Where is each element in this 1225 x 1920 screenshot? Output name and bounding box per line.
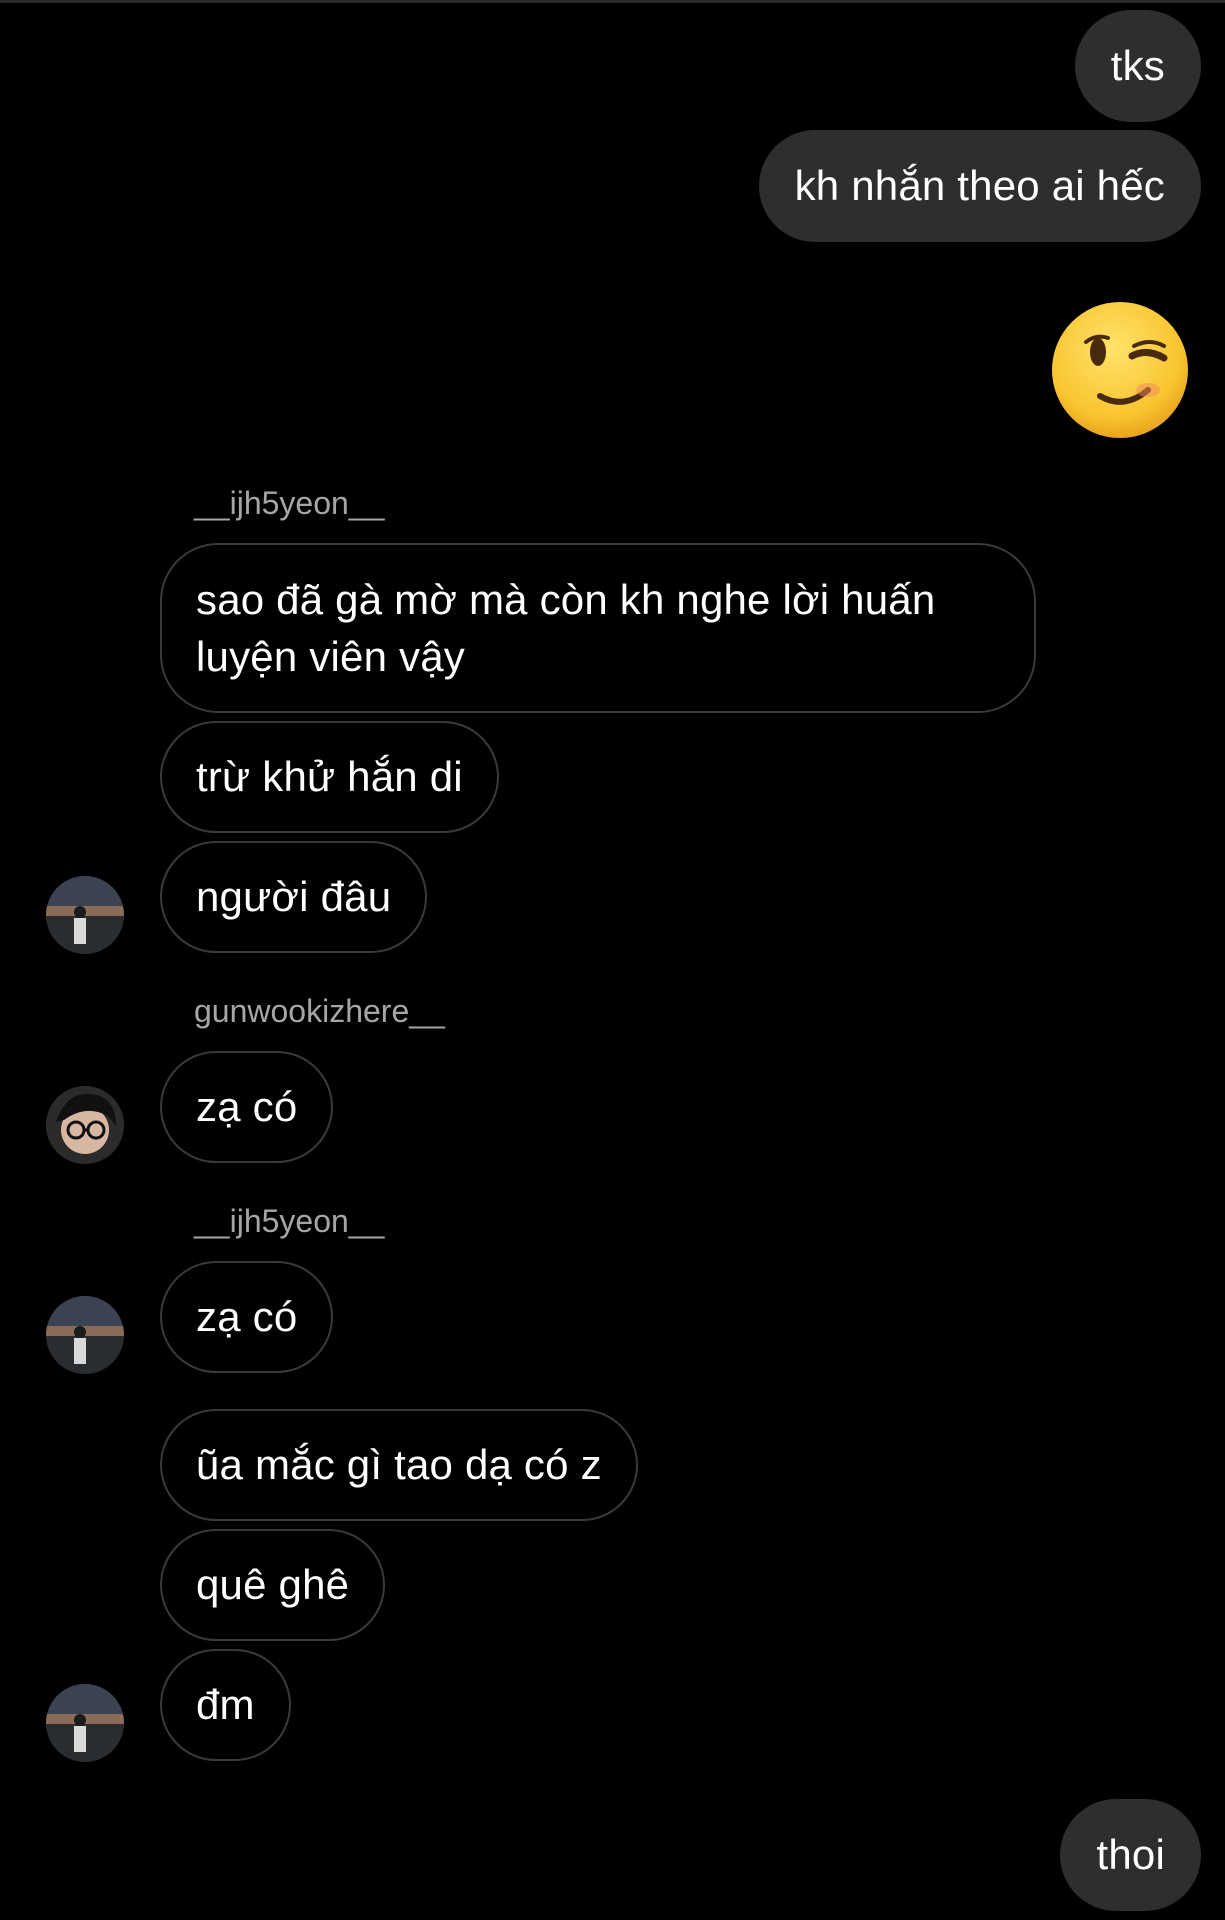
message-text: ũa mắc gì tao dạ có z [196,1441,602,1488]
received-message[interactable]: trừ khử hắn di [160,721,499,833]
sender-username[interactable]: __ijh5yeon__ [194,1203,384,1240]
message-text: zạ có [196,1293,298,1340]
winking-face-icon[interactable] [1050,300,1190,440]
avatar[interactable] [46,1684,124,1762]
message-text: quê ghê [196,1561,350,1608]
avatar[interactable] [46,1086,124,1164]
sent-message[interactable]: thoi [1060,1799,1201,1911]
top-divider [0,0,1225,3]
sent-message[interactable]: tks [1074,10,1201,122]
sender-username[interactable]: gunwookizhere__ [194,993,445,1030]
message-text: trừ khử hắn di [196,753,463,800]
sender-username[interactable]: __ijh5yeon__ [194,485,384,522]
message-text: zạ có [196,1083,298,1130]
avatar[interactable] [46,1296,124,1374]
sent-message[interactable]: kh nhắn theo ai hếc [758,130,1201,242]
avatar[interactable] [46,876,124,954]
message-text: đm [196,1681,255,1728]
received-message[interactable]: zạ có [160,1051,334,1163]
received-message[interactable]: đm [160,1649,291,1761]
message-text: sao đã gà mờ mà còn kh nghe lời huấn luy… [196,576,936,680]
received-message[interactable]: zạ có [160,1261,334,1373]
message-text: kh nhắn theo ai hếc [794,162,1165,209]
received-message[interactable]: ũa mắc gì tao dạ có z [160,1409,638,1521]
received-message[interactable]: quê ghê [160,1529,386,1641]
message-text: thoi [1096,1831,1165,1878]
message-text: người đâu [196,873,392,920]
message-text: tks [1110,42,1165,89]
received-message[interactable]: sao đã gà mờ mà còn kh nghe lời huấn luy… [160,543,1036,713]
received-message[interactable]: người đâu [160,841,428,953]
